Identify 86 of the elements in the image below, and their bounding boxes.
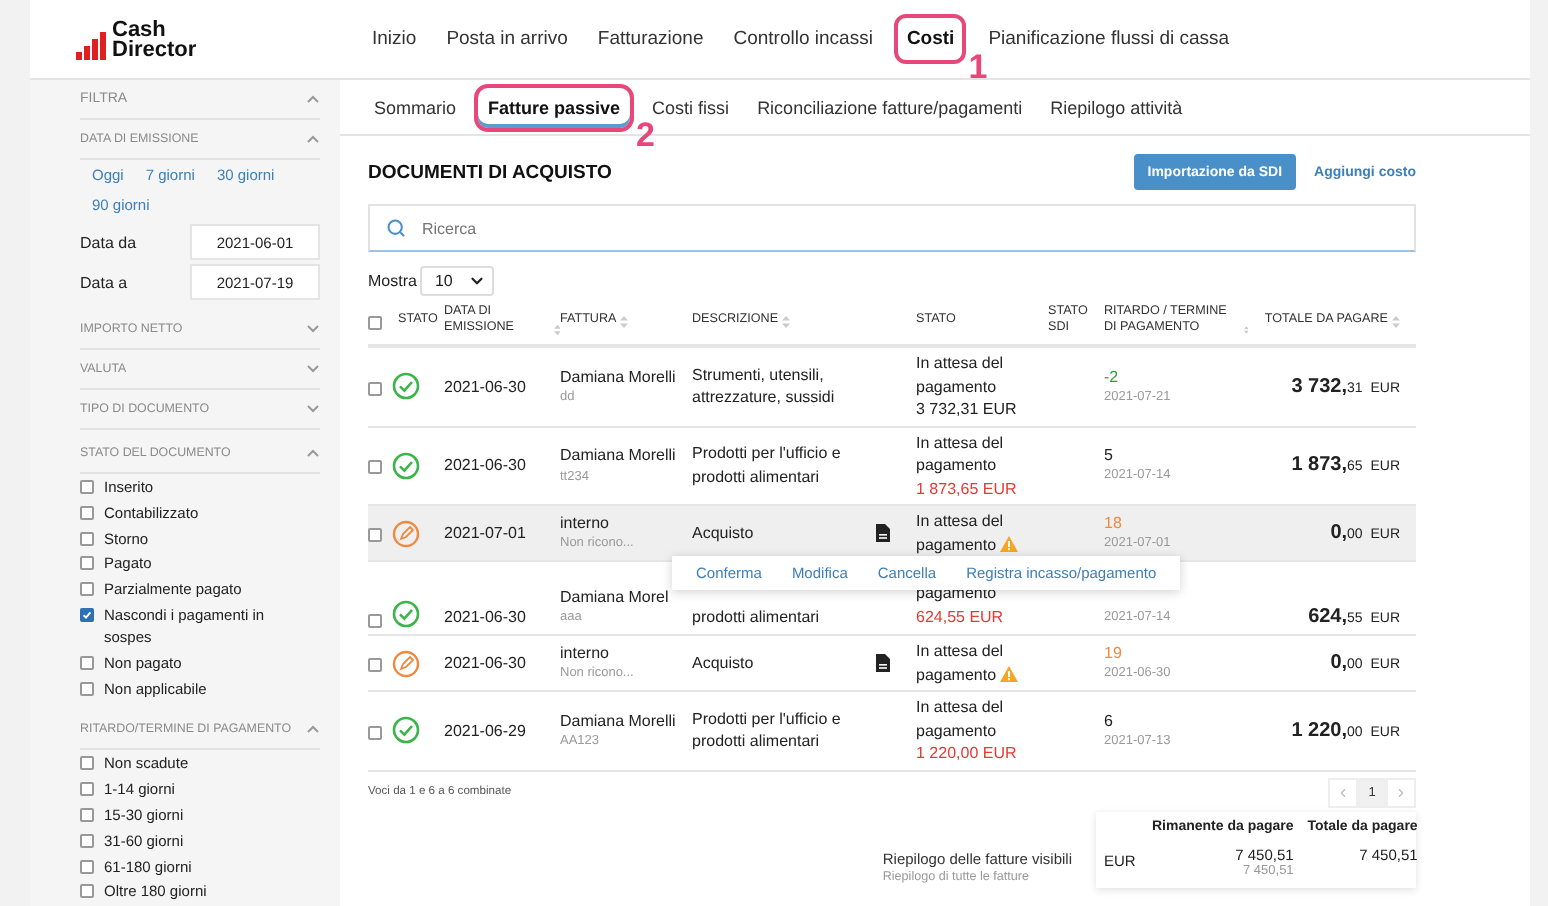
sort-icon[interactable] — [553, 324, 560, 336]
checkbox[interactable] — [368, 460, 382, 475]
sub-tab[interactable]: Sommario — [364, 87, 467, 127]
payment-status: In attesa del pagamento — [916, 352, 1006, 398]
checkbox[interactable] — [80, 582, 94, 597]
chevron-up-icon[interactable] — [306, 724, 320, 735]
supplier-name: Damiana Morelli — [560, 709, 678, 732]
date-cell-text: 2021-06-30 — [444, 651, 528, 675]
checkbox[interactable] — [80, 884, 94, 899]
checkbox[interactable] — [80, 681, 94, 696]
supplier-name: Damiana Morel — [560, 585, 671, 608]
outstanding-amount: 3 732,31 EUR — [916, 398, 1019, 421]
checkbox[interactable] — [80, 859, 94, 874]
section-title: DOCUMENTI DI ACQUISTO — [368, 161, 614, 183]
nav-tab[interactable]: Inizio — [364, 14, 425, 64]
description-cell-text: Acquisto — [692, 521, 756, 545]
nav-tab[interactable]: Posta in arrivo — [438, 14, 576, 64]
chevron-left-icon — [1336, 785, 1350, 799]
checkbox[interactable] — [368, 528, 382, 542]
checkbox[interactable] — [80, 505, 94, 520]
checkbox[interactable] — [368, 614, 382, 628]
outstanding-amount: 1 220,00 EUR — [916, 742, 1019, 765]
checkbox[interactable] — [368, 381, 382, 396]
sort-icon[interactable] — [782, 316, 791, 328]
date-cell-text: 2021-06-30 — [444, 605, 528, 628]
checkbox[interactable] — [368, 658, 382, 672]
chevron-down-icon[interactable] — [306, 364, 320, 374]
chevron-up-icon[interactable] — [306, 94, 320, 104]
checkbox[interactable] — [80, 756, 94, 771]
date-cell-text: 2021-06-30 — [444, 375, 528, 398]
chevron-right-icon — [1394, 785, 1408, 799]
page-size-select[interactable]: 10 — [420, 266, 495, 296]
supplier-name: Damiana Morelli — [560, 444, 678, 467]
callout-number: 2 — [636, 118, 656, 153]
nav-tab[interactable]: Fatturazione — [589, 14, 712, 64]
checkbox[interactable] — [80, 655, 94, 670]
checkbox[interactable] — [80, 556, 94, 571]
chevron-down-icon — [468, 272, 487, 290]
delay-days: 5 — [1104, 444, 1248, 467]
sub-tab[interactable]: Riconciliazione fatture/pagamenti — [747, 87, 1033, 127]
description-cell-text: Strumenti, utensili, attrezzature, sussidi — [692, 363, 837, 410]
payment-status: In attesa del pagamento — [916, 640, 1048, 686]
delay-days: 19 — [1104, 642, 1248, 664]
checkbox[interactable] — [80, 607, 94, 622]
date-cell-text: 2021-06-30 — [444, 454, 528, 477]
bar-chart-logo-icon — [76, 31, 106, 59]
description-cell-text: Prodotti per l'ufficio e prodotti alimentari — [692, 707, 843, 754]
checkbox[interactable] — [80, 480, 94, 494]
payment-status: In attesa del pagamento — [916, 510, 1048, 556]
sub-tab[interactable]: Riepilogo attività — [1040, 87, 1193, 127]
document-icon[interactable] — [876, 654, 890, 672]
date-cell-text: 2021-07-01 — [444, 521, 528, 545]
chevron-up-icon[interactable] — [306, 448, 320, 458]
checkbox[interactable] — [80, 782, 94, 797]
date-label: Data a — [80, 273, 128, 291]
checkbox[interactable] — [368, 725, 382, 740]
supplier-name: Damiana Morelli — [560, 365, 678, 388]
sort-icon[interactable] — [1392, 316, 1400, 328]
sort-icon[interactable] — [620, 316, 629, 328]
chevron-up-icon[interactable] — [306, 134, 320, 144]
brand-name: Cash Director — [112, 19, 197, 59]
payment-status: In attesa del pagamento — [916, 696, 1006, 742]
description-cell-text: prodotti alimentari — [692, 605, 822, 628]
chevron-down-icon[interactable] — [306, 324, 320, 334]
checkbox[interactable] — [368, 315, 382, 329]
payment-status: In attesa del pagamento — [916, 431, 1006, 477]
chevron-down-icon[interactable] — [306, 404, 320, 414]
document-icon[interactable] — [876, 524, 890, 542]
checkbox[interactable] — [80, 807, 94, 822]
page-size-label: Mostra — [368, 272, 417, 290]
delay-days: 6 — [1104, 709, 1248, 732]
search-field[interactable]: Ricerca — [368, 204, 1416, 252]
date-label: Data da — [80, 233, 137, 251]
delay-days: -2 — [1104, 365, 1248, 388]
supplier-name: interno — [560, 641, 611, 665]
search-icon — [386, 218, 406, 238]
description-cell-text: Prodotti per l'ufficio e prodotti alimentari — [692, 442, 843, 489]
outstanding-amount: 624,55 EUR — [916, 605, 1006, 628]
nav-tab[interactable]: Controllo incassi — [725, 14, 881, 64]
delay-days: 18 — [1104, 512, 1248, 534]
outstanding-amount: 1 873,65 EUR — [916, 477, 1019, 500]
supplier-name: interno — [560, 511, 611, 535]
checkbox[interactable] — [80, 833, 94, 848]
date-cell-text: 2021-06-29 — [444, 719, 528, 742]
description-cell-text: Acquisto — [692, 651, 756, 675]
checkbox[interactable] — [80, 531, 94, 546]
